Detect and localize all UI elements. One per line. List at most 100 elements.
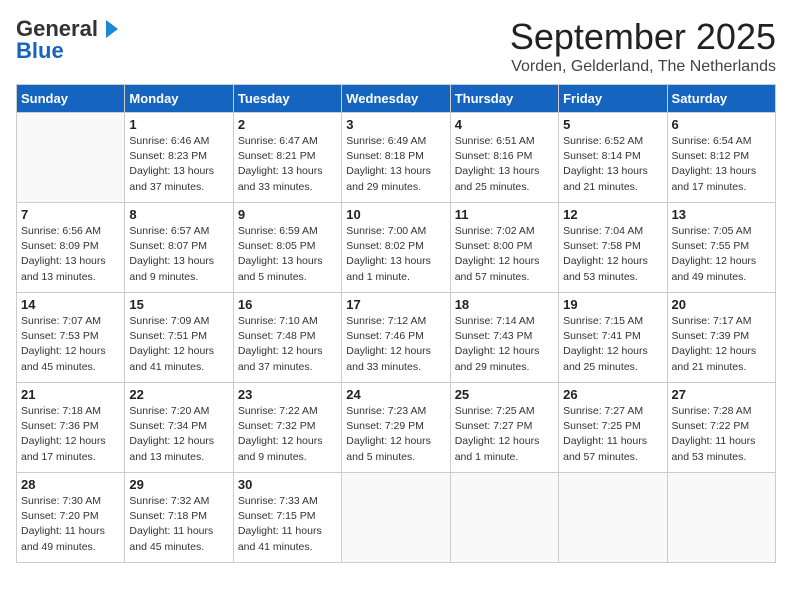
weekday-header-row: SundayMondayTuesdayWednesdayThursdayFrid… (17, 85, 776, 113)
calendar-cell (342, 473, 450, 563)
day-info: Sunrise: 7:23 AM Sunset: 7:29 PM Dayligh… (346, 404, 445, 465)
day-info: Sunrise: 7:32 AM Sunset: 7:18 PM Dayligh… (129, 494, 228, 555)
calendar-cell: 22 Sunrise: 7:20 AM Sunset: 7:34 PM Dayli… (125, 383, 233, 473)
week-row-1: 1Sunrise: 6:46 AM Sunset: 8:23 PM Daylig… (17, 113, 776, 203)
page-header: General Blue September 2025 Vorden, Geld… (16, 16, 776, 76)
weekday-header-thursday: Thursday (450, 85, 558, 113)
day-number: 24 (346, 387, 445, 402)
weekday-header-monday: Monday (125, 85, 233, 113)
day-info: Sunrise: 7:27 AM Sunset: 7:25 PM Dayligh… (563, 404, 662, 465)
day-number: 11 (455, 207, 554, 222)
day-number: 6 (672, 117, 771, 132)
day-number: 10 (346, 207, 445, 222)
calendar-cell: 20 Sunrise: 7:17 AM Sunset: 7:39 PM Dayli… (667, 293, 775, 383)
day-number: 2 (238, 117, 337, 132)
day-number: 26 (563, 387, 662, 402)
calendar-cell: 26 Sunrise: 7:27 AM Sunset: 7:25 PM Dayli… (559, 383, 667, 473)
calendar-cell: 19Sunrise: 7:15 AM Sunset: 7:41 PM Dayli… (559, 293, 667, 383)
calendar-cell: 28 Sunrise: 7:30 AM Sunset: 7:20 PM Dayli… (17, 473, 125, 563)
day-number: 20 (672, 297, 771, 312)
calendar-cell: 5 Sunrise: 6:52 AM Sunset: 8:14 PM Daylig… (559, 113, 667, 203)
calendar-cell: 14Sunrise: 7:07 AM Sunset: 7:53 PM Dayli… (17, 293, 125, 383)
day-number: 8 (129, 207, 228, 222)
day-info: Sunrise: 7:07 AM Sunset: 7:53 PM Dayligh… (21, 314, 120, 375)
calendar-cell: 25 Sunrise: 7:25 AM Sunset: 7:27 PM Dayli… (450, 383, 558, 473)
month-title: September 2025 (510, 16, 776, 58)
day-info: Sunrise: 7:15 AM Sunset: 7:41 PM Dayligh… (563, 314, 662, 375)
day-info: Sunrise: 7:25 AM Sunset: 7:27 PM Dayligh… (455, 404, 554, 465)
day-number: 28 (21, 477, 120, 492)
day-info: Sunrise: 7:20 AM Sunset: 7:34 PM Dayligh… (129, 404, 228, 465)
day-number: 5 (563, 117, 662, 132)
day-info: Sunrise: 7:10 AM Sunset: 7:48 PM Dayligh… (238, 314, 337, 375)
day-info: Sunrise: 6:57 AM Sunset: 8:07 PM Dayligh… (129, 224, 228, 285)
calendar-cell: 8 Sunrise: 6:57 AM Sunset: 8:07 PM Daylig… (125, 203, 233, 293)
calendar-cell: 1Sunrise: 6:46 AM Sunset: 8:23 PM Daylig… (125, 113, 233, 203)
logo-blue: Blue (16, 38, 64, 64)
weekday-header-saturday: Saturday (667, 85, 775, 113)
logo-arrow-icon (98, 18, 120, 40)
calendar-cell: 4Sunrise: 6:51 AM Sunset: 8:16 PM Daylig… (450, 113, 558, 203)
day-info: Sunrise: 6:51 AM Sunset: 8:16 PM Dayligh… (455, 134, 554, 195)
calendar-cell: 15Sunrise: 7:09 AM Sunset: 7:51 PM Dayli… (125, 293, 233, 383)
day-number: 25 (455, 387, 554, 402)
calendar-cell: 27 Sunrise: 7:28 AM Sunset: 7:22 PM Dayli… (667, 383, 775, 473)
day-info: Sunrise: 7:30 AM Sunset: 7:20 PM Dayligh… (21, 494, 120, 555)
weekday-header-friday: Friday (559, 85, 667, 113)
day-number: 18 (455, 297, 554, 312)
day-info: Sunrise: 6:47 AM Sunset: 8:21 PM Dayligh… (238, 134, 337, 195)
weekday-header-wednesday: Wednesday (342, 85, 450, 113)
day-number: 17 (346, 297, 445, 312)
calendar-cell (559, 473, 667, 563)
day-number: 1 (129, 117, 228, 132)
logo: General Blue (16, 16, 120, 64)
day-info: Sunrise: 7:05 AM Sunset: 7:55 PM Dayligh… (672, 224, 771, 285)
day-number: 3 (346, 117, 445, 132)
week-row-2: 7 Sunrise: 6:56 AM Sunset: 8:09 PM Daylig… (17, 203, 776, 293)
day-info: Sunrise: 7:18 AM Sunset: 7:36 PM Dayligh… (21, 404, 120, 465)
calendar-cell: 21 Sunrise: 7:18 AM Sunset: 7:36 PM Dayli… (17, 383, 125, 473)
day-info: Sunrise: 7:22 AM Sunset: 7:32 PM Dayligh… (238, 404, 337, 465)
day-number: 30 (238, 477, 337, 492)
day-info: Sunrise: 6:49 AM Sunset: 8:18 PM Dayligh… (346, 134, 445, 195)
weekday-header-tuesday: Tuesday (233, 85, 341, 113)
calendar-cell: 23 Sunrise: 7:22 AM Sunset: 7:32 PM Dayli… (233, 383, 341, 473)
day-number: 29 (129, 477, 228, 492)
location: Vorden, Gelderland, The Netherlands (510, 58, 776, 76)
day-number: 21 (21, 387, 120, 402)
calendar-cell: 2 Sunrise: 6:47 AM Sunset: 8:21 PM Daylig… (233, 113, 341, 203)
day-number: 22 (129, 387, 228, 402)
day-info: Sunrise: 7:00 AM Sunset: 8:02 PM Dayligh… (346, 224, 445, 285)
calendar-cell (17, 113, 125, 203)
calendar-cell: 16 Sunrise: 7:10 AM Sunset: 7:48 PM Dayli… (233, 293, 341, 383)
day-info: Sunrise: 7:09 AM Sunset: 7:51 PM Dayligh… (129, 314, 228, 375)
title-block: September 2025 Vorden, Gelderland, The N… (510, 16, 776, 76)
day-info: Sunrise: 7:28 AM Sunset: 7:22 PM Dayligh… (672, 404, 771, 465)
calendar-cell: 11Sunrise: 7:02 AM Sunset: 8:00 PM Dayli… (450, 203, 558, 293)
day-number: 12 (563, 207, 662, 222)
calendar-cell: 7 Sunrise: 6:56 AM Sunset: 8:09 PM Daylig… (17, 203, 125, 293)
day-info: Sunrise: 7:04 AM Sunset: 7:58 PM Dayligh… (563, 224, 662, 285)
day-info: Sunrise: 6:52 AM Sunset: 8:14 PM Dayligh… (563, 134, 662, 195)
day-info: Sunrise: 7:17 AM Sunset: 7:39 PM Dayligh… (672, 314, 771, 375)
day-number: 16 (238, 297, 337, 312)
weekday-header-sunday: Sunday (17, 85, 125, 113)
calendar-cell: 9Sunrise: 6:59 AM Sunset: 8:05 PM Daylig… (233, 203, 341, 293)
calendar-cell: 3 Sunrise: 6:49 AM Sunset: 8:18 PM Daylig… (342, 113, 450, 203)
calendar-cell (667, 473, 775, 563)
week-row-4: 21 Sunrise: 7:18 AM Sunset: 7:36 PM Dayli… (17, 383, 776, 473)
week-row-5: 28 Sunrise: 7:30 AM Sunset: 7:20 PM Dayli… (17, 473, 776, 563)
calendar-cell: 29 Sunrise: 7:32 AM Sunset: 7:18 PM Dayli… (125, 473, 233, 563)
week-row-3: 14Sunrise: 7:07 AM Sunset: 7:53 PM Dayli… (17, 293, 776, 383)
day-info: Sunrise: 7:33 AM Sunset: 7:15 PM Dayligh… (238, 494, 337, 555)
day-number: 23 (238, 387, 337, 402)
day-info: Sunrise: 7:12 AM Sunset: 7:46 PM Dayligh… (346, 314, 445, 375)
calendar-cell: 24 Sunrise: 7:23 AM Sunset: 7:29 PM Dayli… (342, 383, 450, 473)
day-number: 13 (672, 207, 771, 222)
calendar-cell: 17 Sunrise: 7:12 AM Sunset: 7:46 PM Dayli… (342, 293, 450, 383)
calendar-cell (450, 473, 558, 563)
day-info: Sunrise: 6:56 AM Sunset: 8:09 PM Dayligh… (21, 224, 120, 285)
day-number: 7 (21, 207, 120, 222)
day-number: 9 (238, 207, 337, 222)
day-number: 27 (672, 387, 771, 402)
